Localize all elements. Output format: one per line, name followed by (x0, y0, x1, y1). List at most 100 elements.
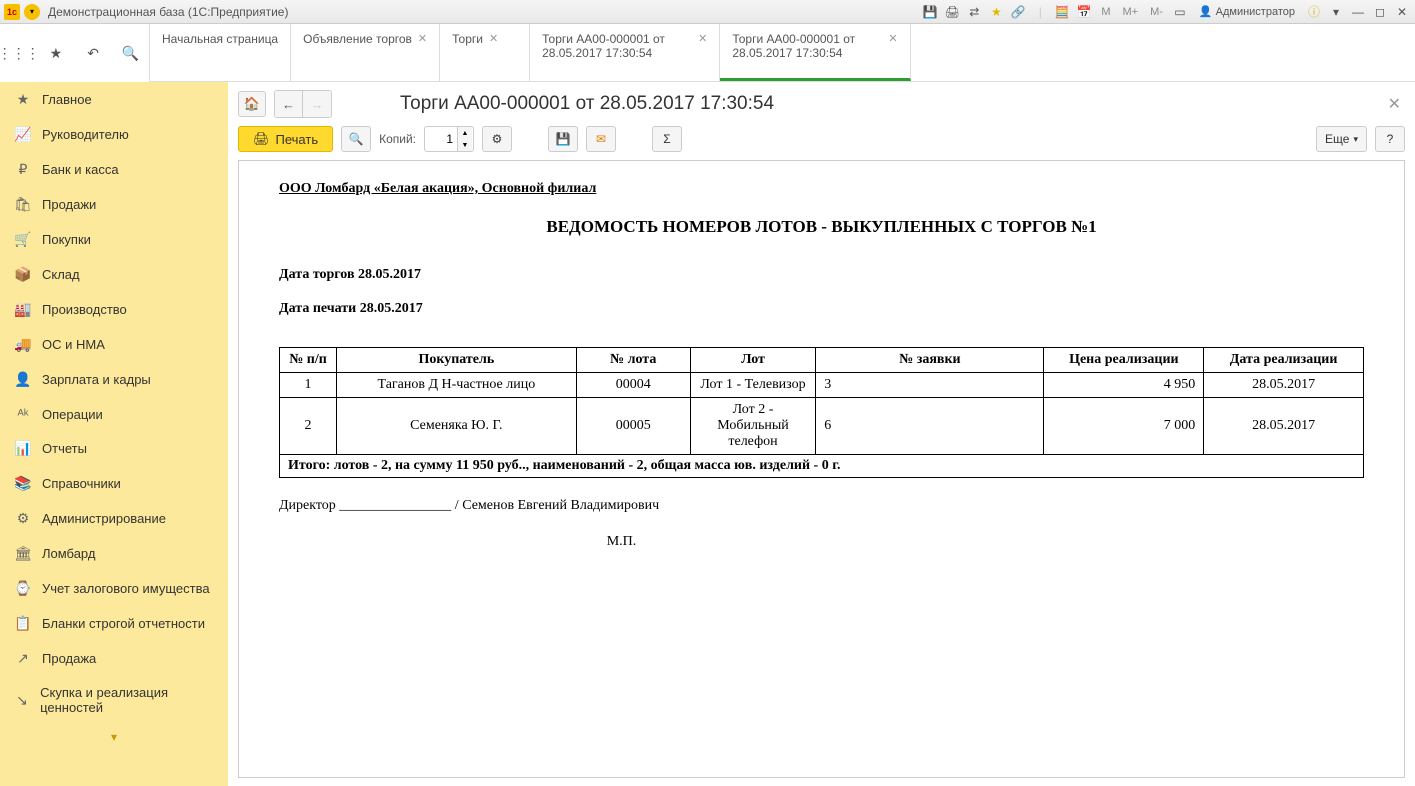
user-icon: 👤 (1199, 5, 1213, 18)
calendar-icon[interactable]: 📅 (1075, 3, 1093, 21)
col-lotnum: № лота (576, 348, 690, 373)
sidebar-item-operations[interactable]: ᴬᵏОперации (0, 397, 228, 431)
history-icon[interactable]: ↶ (83, 43, 103, 63)
auction-date: Дата торгов 28.05.2017 (279, 267, 1364, 283)
spinner-up[interactable]: ▲ (458, 127, 472, 139)
col-date: Дата реализации (1204, 348, 1364, 373)
tab-close-icon[interactable]: ✕ (489, 32, 498, 45)
chevron-down-icon: ▾ (1353, 134, 1358, 145)
sidebar-item-purchases[interactable]: 🛒Покупки (0, 222, 228, 257)
watch-icon: ⌚ (14, 580, 32, 597)
col-num: № п/п (280, 348, 337, 373)
document-close-icon[interactable]: ✕ (1384, 94, 1405, 114)
compare-icon[interactable]: ⇄ (965, 3, 983, 21)
report-table: № п/п Покупатель № лота Лот № заявки Цен… (279, 347, 1364, 478)
link-icon[interactable]: 🔗 (1009, 3, 1027, 21)
table-row: 1 Таганов Д Н-частное лицо 00004 Лот 1 -… (280, 373, 1364, 398)
table-row: 2 Семеняка Ю. Г. 00005 Лот 2 - Мобильный… (280, 398, 1364, 455)
print-date: Дата печати 28.05.2017 (279, 301, 1364, 317)
star-icon[interactable]: ★ (46, 43, 66, 63)
titlebar: 1c ▾ Демонстрационная база (1С:Предприят… (0, 0, 1415, 24)
help-button[interactable]: ? (1375, 126, 1405, 152)
tab-close-icon[interactable]: ✕ (698, 32, 707, 45)
app-menu-dropdown[interactable]: ▾ (24, 4, 40, 20)
tab-close-icon[interactable]: ✕ (418, 32, 427, 45)
sidebar-item-catalogs[interactable]: 📚Справочники (0, 466, 228, 501)
clipboard-icon: 📋 (14, 615, 32, 632)
sidebar-item-forms[interactable]: 📋Бланки строгой отчетности (0, 606, 228, 641)
tab-close-icon[interactable]: ✕ (888, 32, 897, 45)
forward-button[interactable]: → (303, 91, 331, 117)
sidebar-item-buyback[interactable]: ↘Скупка и реализация ценностей (0, 676, 228, 724)
col-bidnum: № заявки (816, 348, 1044, 373)
report-pane[interactable]: ООО Ломбард «Белая акация», Основной фил… (238, 160, 1405, 778)
sidebar-item-hr[interactable]: 👤Зарплата и кадры (0, 362, 228, 397)
maximize-icon[interactable]: ◻ (1371, 3, 1389, 21)
spinner-down[interactable]: ▼ (458, 139, 472, 151)
app-logo-icon: 1c (4, 4, 20, 20)
tab-auction-announcement[interactable]: Объявление торгов✕ (291, 24, 440, 81)
sidebar-item-assets[interactable]: 🚚ОС и НМА (0, 327, 228, 362)
calculator-icon[interactable]: 🧮 (1053, 3, 1071, 21)
save-button[interactable]: 💾 (548, 126, 578, 152)
sidebar-item-main[interactable]: ★Главное (0, 82, 228, 117)
close-icon[interactable]: ✕ (1393, 3, 1411, 21)
memory-mminus[interactable]: M- (1146, 6, 1167, 18)
dropdown-icon[interactable]: ▾ (1327, 3, 1345, 21)
tabs-bar: Начальная страница Объявление торгов✕ То… (150, 24, 1415, 82)
minimize-icon[interactable]: — (1349, 3, 1367, 21)
memory-mplus[interactable]: M+ (1119, 6, 1143, 18)
memory-m[interactable]: M (1097, 6, 1114, 18)
copies-spinner[interactable]: ▲▼ (424, 126, 474, 152)
save-icon[interactable]: 💾 (921, 3, 939, 21)
sidebar-item-sales[interactable]: 🛍Продажи (0, 187, 228, 222)
arrow-up-icon: ↗ (14, 650, 32, 667)
print-button[interactable]: 🖨Печать (238, 126, 333, 152)
barchart-icon: 📊 (14, 440, 32, 457)
star-icon: ★ (14, 91, 32, 108)
sidebar-item-admin[interactable]: ⚙Администрирование (0, 501, 228, 536)
truck-icon: 🚚 (14, 336, 32, 353)
apps-icon[interactable]: ⋮⋮⋮ (9, 43, 29, 63)
tab-auctions[interactable]: Торги✕ (440, 24, 530, 81)
tab-auction-doc-1[interactable]: Торги АА00-000001 от 28.05.2017 17:30:54… (530, 24, 720, 81)
sidebar-item-collateral[interactable]: ⌚Учет залогового имущества (0, 571, 228, 606)
books-icon: 📚 (14, 475, 32, 492)
sidebar-item-warehouse[interactable]: 📦Склад (0, 257, 228, 292)
col-lot: Лот (690, 348, 816, 373)
stamp-label: М.П. (279, 534, 1364, 550)
print-icon[interactable]: 🖨 (943, 3, 961, 21)
sidebar-expand[interactable]: ▾ (0, 724, 228, 750)
copies-label: Копий: (379, 132, 416, 146)
debit-credit-icon: ᴬᵏ (14, 406, 32, 422)
back-button[interactable]: ← (275, 91, 303, 117)
sidebar-item-manager[interactable]: 📈Руководителю (0, 117, 228, 152)
window-title: Демонстрационная база (1С:Предприятие) (48, 5, 921, 19)
cart-icon: 🛒 (14, 231, 32, 248)
preview-button[interactable]: 🔍 (341, 126, 371, 152)
info-icon[interactable]: ⓘ (1305, 3, 1323, 21)
tab-home[interactable]: Начальная страница (150, 24, 291, 81)
sidebar-item-pawnshop[interactable]: 🏛Ломбард (0, 536, 228, 571)
col-buyer: Покупатель (337, 348, 577, 373)
sidebar-item-reports[interactable]: 📊Отчеты (0, 431, 228, 466)
email-button[interactable]: ✉ (586, 126, 616, 152)
factory-icon: 🏭 (14, 301, 32, 318)
sum-button[interactable]: Σ (652, 126, 682, 152)
copies-input[interactable] (425, 132, 457, 146)
favorite-icon[interactable]: ★ (987, 3, 1005, 21)
home-button[interactable]: 🏠 (238, 91, 266, 117)
user-label[interactable]: 👤Администратор (1193, 5, 1301, 18)
company-name: ООО Ломбард «Белая акация», Основной фил… (279, 181, 1364, 197)
document-title: Торги АА00-000001 от 28.05.2017 17:30:54 (340, 93, 1376, 115)
signature-line: Директор ________________ / Семенов Евге… (279, 498, 1364, 514)
sidebar-item-bank[interactable]: ₽Банк и касса (0, 152, 228, 187)
panel-icon[interactable]: ▭ (1171, 3, 1189, 21)
settings-button[interactable]: ⚙ (482, 126, 512, 152)
sidebar-item-sell[interactable]: ↗Продажа (0, 641, 228, 676)
toolbar: 🖨Печать 🔍 Копий: ▲▼ ⚙ 💾 ✉ Σ Еще▾ ? (238, 126, 1405, 152)
tab-auction-doc-2[interactable]: Торги АА00-000001 от 28.05.2017 17:30:54… (720, 24, 910, 81)
more-button[interactable]: Еще▾ (1316, 126, 1367, 152)
sidebar-item-production[interactable]: 🏭Производство (0, 292, 228, 327)
search-icon[interactable]: 🔍 (120, 43, 140, 63)
